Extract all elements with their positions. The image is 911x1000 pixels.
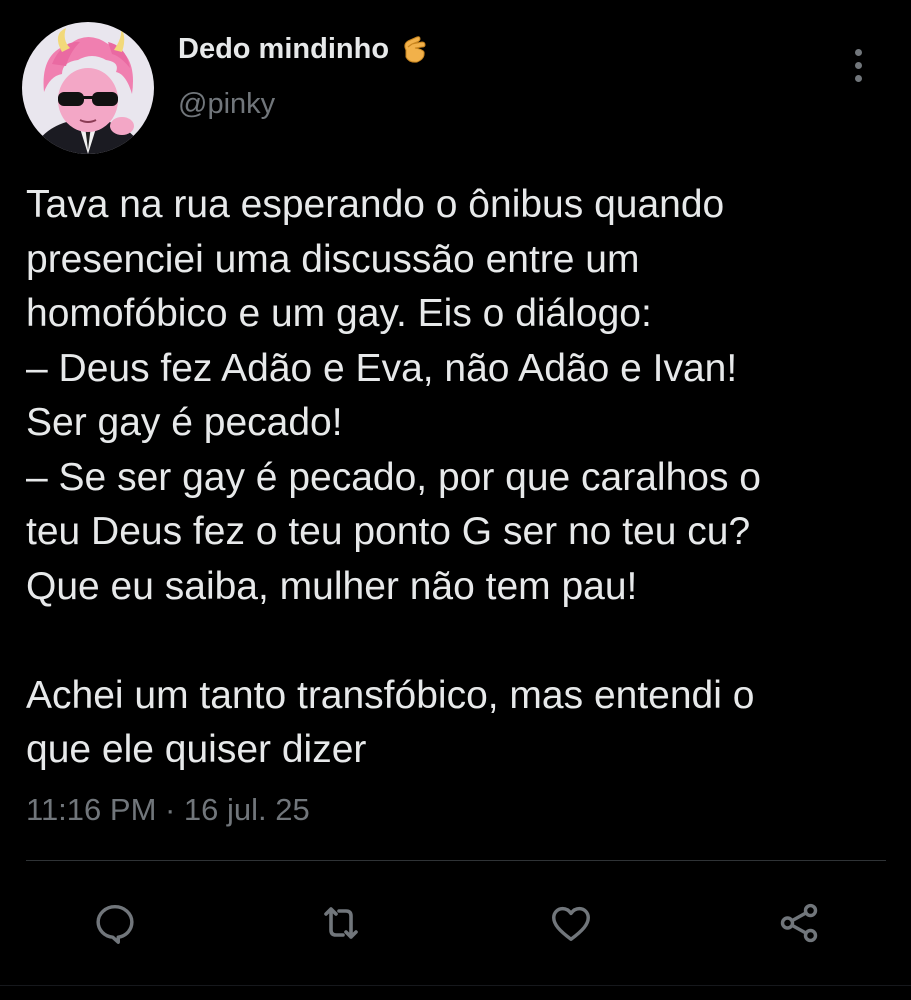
more-dot-icon bbox=[854, 74, 862, 82]
more-dot-icon bbox=[854, 48, 862, 56]
display-name-text: Dedo mindinho bbox=[178, 32, 390, 65]
heart-icon bbox=[552, 906, 590, 942]
pinching-hand-icon bbox=[397, 32, 431, 66]
tweet-text-line: – Deus fez Adão e Eva, não Adão e Ivan! bbox=[26, 346, 738, 390]
more-dot-icon bbox=[854, 61, 862, 69]
avatar[interactable] bbox=[22, 22, 154, 154]
retweet-button[interactable] bbox=[316, 898, 366, 948]
tweet-text-line: – Se ser gay é pecado, por que caralhos … bbox=[26, 455, 761, 499]
tweet-text-line: teu Deus fez o teu ponto G ser no teu cu… bbox=[26, 510, 751, 553]
bottom-divider bbox=[0, 985, 911, 986]
like-button[interactable] bbox=[546, 898, 596, 948]
more-options-button[interactable] bbox=[838, 42, 878, 88]
share-icon bbox=[780, 903, 818, 943]
reply-icon bbox=[96, 904, 134, 944]
tweet-text-line: Achei um tanto transfóbico, mas entendi … bbox=[26, 673, 755, 717]
tweet-text-line: homofóbico e um gay. Eis o diálogo: bbox=[26, 292, 652, 335]
tweet-text-line: Que eu saiba, mulher não tem pau! bbox=[26, 564, 638, 608]
user-handle[interactable]: @pinky bbox=[178, 88, 275, 121]
display-name[interactable]: Dedo mindinho bbox=[178, 32, 431, 66]
retweet-icon bbox=[324, 907, 358, 939]
divider bbox=[26, 860, 886, 861]
tweet-text-line: Tava na rua esperando o ônibus quando bbox=[26, 183, 725, 226]
tweet-text-line: presenciei uma discussão entre um bbox=[26, 237, 640, 281]
avatar-image bbox=[22, 22, 154, 154]
tweet-text-line: que ele quiser dizer bbox=[26, 728, 367, 771]
tweet-text-line: Ser gay é pecado! bbox=[26, 401, 343, 444]
share-button[interactable] bbox=[774, 898, 824, 948]
reply-button[interactable] bbox=[90, 898, 140, 948]
tweet-timestamp[interactable]: 11:16 PM · 16 jul. 25 bbox=[26, 792, 310, 828]
tweet-text: Tava na rua esperando o ônibus quando pr… bbox=[26, 178, 896, 778]
